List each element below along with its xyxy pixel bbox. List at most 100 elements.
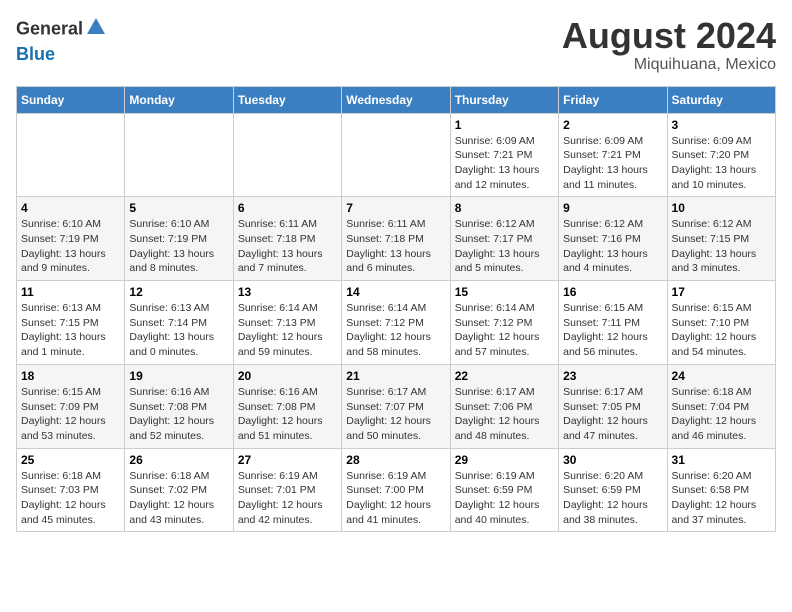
- day-number: 3: [672, 118, 771, 132]
- calendar-week-row: 18 Sunrise: 6:15 AM Sunset: 7:09 PM Dayli…: [17, 364, 776, 448]
- day-info: Sunrise: 6:12 AM Sunset: 7:16 PM Dayligh…: [563, 217, 662, 276]
- day-of-week-header: Tuesday: [233, 86, 341, 113]
- day-info: Sunrise: 6:09 AM Sunset: 7:21 PM Dayligh…: [563, 134, 662, 193]
- calendar-cell: [342, 113, 450, 197]
- day-of-week-header: Saturday: [667, 86, 775, 113]
- calendar-cell: 24 Sunrise: 6:18 AM Sunset: 7:04 PM Dayli…: [667, 364, 775, 448]
- calendar-week-row: 25Sunrise: 6:18 AM Sunset: 7:03 PM Dayli…: [17, 448, 776, 532]
- day-number: 13: [238, 285, 337, 299]
- day-info: Sunrise: 6:18 AM Sunset: 7:02 PM Dayligh…: [129, 469, 228, 528]
- calendar-cell: 27 Sunrise: 6:19 AM Sunset: 7:01 PM Dayli…: [233, 448, 341, 532]
- calendar-cell: 31 Sunrise: 6:20 AM Sunset: 6:58 PM Dayli…: [667, 448, 775, 532]
- calendar-cell: 10Sunrise: 6:12 AM Sunset: 7:15 PM Dayli…: [667, 197, 775, 281]
- day-number: 22: [455, 369, 554, 383]
- calendar-cell: 3 Sunrise: 6:09 AM Sunset: 7:20 PM Daylig…: [667, 113, 775, 197]
- day-number: 15: [455, 285, 554, 299]
- day-info: Sunrise: 6:18 AM Sunset: 7:04 PM Dayligh…: [672, 385, 771, 444]
- calendar-cell: 19Sunrise: 6:16 AM Sunset: 7:08 PM Dayli…: [125, 364, 233, 448]
- calendar-cell: 14Sunrise: 6:14 AM Sunset: 7:12 PM Dayli…: [342, 281, 450, 365]
- day-number: 7: [346, 201, 445, 215]
- day-info: Sunrise: 6:10 AM Sunset: 7:19 PM Dayligh…: [129, 217, 228, 276]
- calendar-cell: 4 Sunrise: 6:10 AM Sunset: 7:19 PM Daylig…: [17, 197, 125, 281]
- day-info: Sunrise: 6:11 AM Sunset: 7:18 PM Dayligh…: [346, 217, 445, 276]
- calendar-cell: 15 Sunrise: 6:14 AM Sunset: 7:12 PM Dayli…: [450, 281, 558, 365]
- calendar-cell: 12 Sunrise: 6:13 AM Sunset: 7:14 PM Dayli…: [125, 281, 233, 365]
- day-info: Sunrise: 6:12 AM Sunset: 7:15 PM Dayligh…: [672, 217, 771, 276]
- calendar-cell: 8 Sunrise: 6:12 AM Sunset: 7:17 PM Daylig…: [450, 197, 558, 281]
- day-number: 21: [346, 369, 445, 383]
- calendar-cell: 17Sunrise: 6:15 AM Sunset: 7:10 PM Dayli…: [667, 281, 775, 365]
- day-number: 17: [672, 285, 771, 299]
- day-info: Sunrise: 6:09 AM Sunset: 7:21 PM Dayligh…: [455, 134, 554, 193]
- logo-blue: Blue: [16, 44, 55, 64]
- day-number: 25: [21, 453, 120, 467]
- day-number: 18: [21, 369, 120, 383]
- day-info: Sunrise: 6:14 AM Sunset: 7:13 PM Dayligh…: [238, 301, 337, 360]
- day-info: Sunrise: 6:20 AM Sunset: 6:58 PM Dayligh…: [672, 469, 771, 528]
- location: Miquihuana, Mexico: [562, 56, 776, 74]
- day-info: Sunrise: 6:20 AM Sunset: 6:59 PM Dayligh…: [563, 469, 662, 528]
- day-info: Sunrise: 6:19 AM Sunset: 7:01 PM Dayligh…: [238, 469, 337, 528]
- day-of-week-header: Wednesday: [342, 86, 450, 113]
- calendar-cell: 25Sunrise: 6:18 AM Sunset: 7:03 PM Dayli…: [17, 448, 125, 532]
- day-info: Sunrise: 6:17 AM Sunset: 7:06 PM Dayligh…: [455, 385, 554, 444]
- day-info: Sunrise: 6:13 AM Sunset: 7:15 PM Dayligh…: [21, 301, 120, 360]
- day-number: 31: [672, 453, 771, 467]
- calendar-week-row: 11Sunrise: 6:13 AM Sunset: 7:15 PM Dayli…: [17, 281, 776, 365]
- logo: General Blue: [16, 16, 109, 65]
- calendar-cell: [125, 113, 233, 197]
- day-number: 12: [129, 285, 228, 299]
- day-number: 1: [455, 118, 554, 132]
- day-info: Sunrise: 6:11 AM Sunset: 7:18 PM Dayligh…: [238, 217, 337, 276]
- day-number: 27: [238, 453, 337, 467]
- day-number: 5: [129, 201, 228, 215]
- day-info: Sunrise: 6:14 AM Sunset: 7:12 PM Dayligh…: [455, 301, 554, 360]
- calendar-cell: 30 Sunrise: 6:20 AM Sunset: 6:59 PM Dayli…: [559, 448, 667, 532]
- calendar-cell: 22 Sunrise: 6:17 AM Sunset: 7:06 PM Dayli…: [450, 364, 558, 448]
- day-number: 8: [455, 201, 554, 215]
- day-info: Sunrise: 6:12 AM Sunset: 7:17 PM Dayligh…: [455, 217, 554, 276]
- page-header: General Blue August 2024 Miquihuana, Mex…: [16, 16, 776, 74]
- day-number: 9: [563, 201, 662, 215]
- calendar-cell: 13 Sunrise: 6:14 AM Sunset: 7:13 PM Dayli…: [233, 281, 341, 365]
- calendar-cell: [233, 113, 341, 197]
- day-number: 23: [563, 369, 662, 383]
- calendar-cell: 29 Sunrise: 6:19 AM Sunset: 6:59 PM Dayli…: [450, 448, 558, 532]
- calendar-cell: 9 Sunrise: 6:12 AM Sunset: 7:16 PM Daylig…: [559, 197, 667, 281]
- title-block: August 2024 Miquihuana, Mexico: [562, 16, 776, 74]
- day-info: Sunrise: 6:15 AM Sunset: 7:09 PM Dayligh…: [21, 385, 120, 444]
- day-info: Sunrise: 6:19 AM Sunset: 7:00 PM Dayligh…: [346, 469, 445, 528]
- day-info: Sunrise: 6:10 AM Sunset: 7:19 PM Dayligh…: [21, 217, 120, 276]
- day-number: 20: [238, 369, 337, 383]
- day-info: Sunrise: 6:19 AM Sunset: 6:59 PM Dayligh…: [455, 469, 554, 528]
- day-info: Sunrise: 6:09 AM Sunset: 7:20 PM Dayligh…: [672, 134, 771, 193]
- day-number: 28: [346, 453, 445, 467]
- day-info: Sunrise: 6:17 AM Sunset: 7:05 PM Dayligh…: [563, 385, 662, 444]
- day-number: 14: [346, 285, 445, 299]
- day-info: Sunrise: 6:16 AM Sunset: 7:08 PM Dayligh…: [238, 385, 337, 444]
- day-number: 6: [238, 201, 337, 215]
- calendar-cell: 23 Sunrise: 6:17 AM Sunset: 7:05 PM Dayli…: [559, 364, 667, 448]
- calendar-cell: [17, 113, 125, 197]
- calendar-cell: 18 Sunrise: 6:15 AM Sunset: 7:09 PM Dayli…: [17, 364, 125, 448]
- logo-general: General: [16, 19, 83, 39]
- calendar-cell: 16Sunrise: 6:15 AM Sunset: 7:11 PM Dayli…: [559, 281, 667, 365]
- calendar-cell: 2Sunrise: 6:09 AM Sunset: 7:21 PM Daylig…: [559, 113, 667, 197]
- calendar-cell: 11Sunrise: 6:13 AM Sunset: 7:15 PM Dayli…: [17, 281, 125, 365]
- day-number: 30: [563, 453, 662, 467]
- day-info: Sunrise: 6:13 AM Sunset: 7:14 PM Dayligh…: [129, 301, 228, 360]
- month-year: August 2024: [562, 16, 776, 56]
- calendar-week-row: 4 Sunrise: 6:10 AM Sunset: 7:19 PM Daylig…: [17, 197, 776, 281]
- calendar-week-row: 1 Sunrise: 6:09 AM Sunset: 7:21 PM Daylig…: [17, 113, 776, 197]
- calendar-cell: 5 Sunrise: 6:10 AM Sunset: 7:19 PM Daylig…: [125, 197, 233, 281]
- calendar-cell: 21Sunrise: 6:17 AM Sunset: 7:07 PM Dayli…: [342, 364, 450, 448]
- day-number: 29: [455, 453, 554, 467]
- day-number: 24: [672, 369, 771, 383]
- calendar-cell: 1 Sunrise: 6:09 AM Sunset: 7:21 PM Daylig…: [450, 113, 558, 197]
- calendar-header-row: SundayMondayTuesdayWednesdayThursdayFrid…: [17, 86, 776, 113]
- calendar-cell: 26Sunrise: 6:18 AM Sunset: 7:02 PM Dayli…: [125, 448, 233, 532]
- day-number: 4: [21, 201, 120, 215]
- logo-icon: [85, 16, 107, 44]
- calendar-cell: 7 Sunrise: 6:11 AM Sunset: 7:18 PM Daylig…: [342, 197, 450, 281]
- day-number: 16: [563, 285, 662, 299]
